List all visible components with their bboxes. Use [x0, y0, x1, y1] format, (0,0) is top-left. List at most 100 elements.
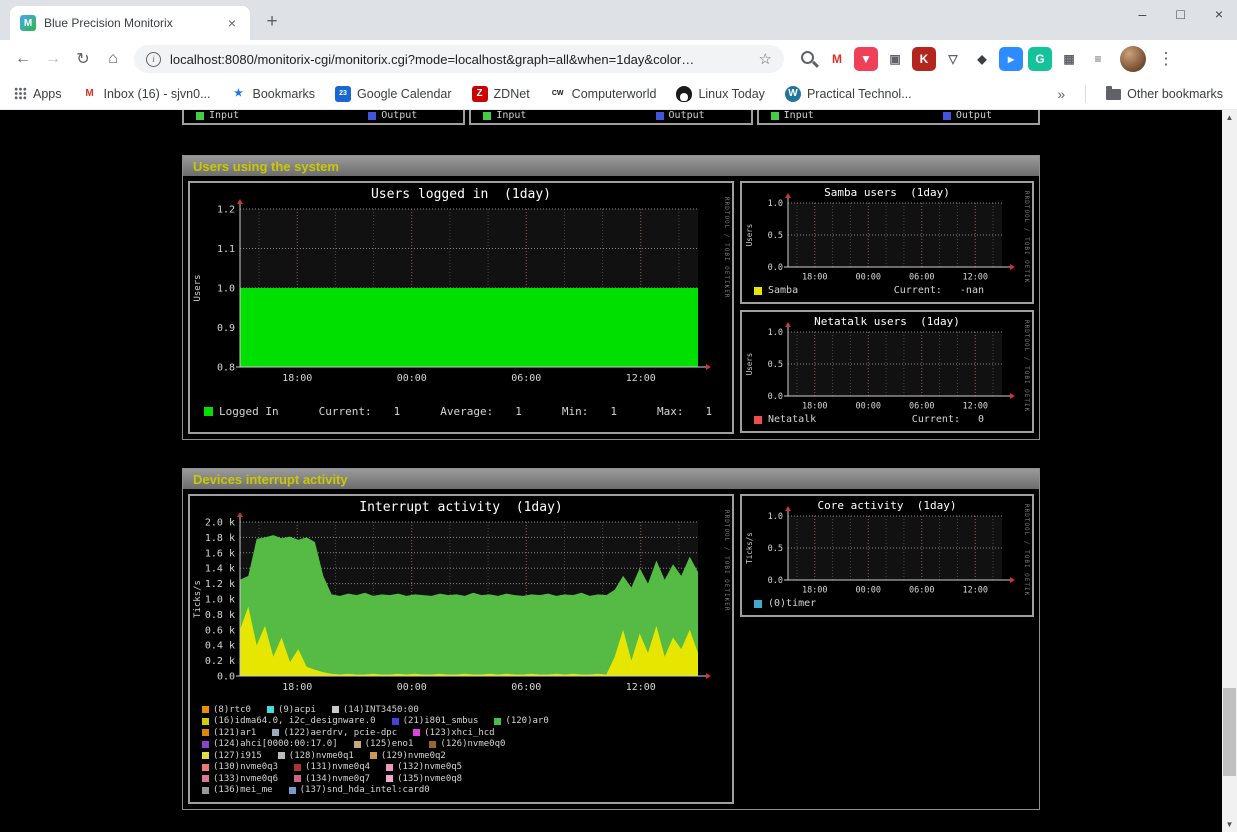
cutoff-output-label: Output: [381, 110, 417, 121]
svg-text:06:00: 06:00: [511, 682, 541, 693]
series-legend: (0)timer: [754, 598, 816, 609]
svg-text:06:00: 06:00: [909, 402, 935, 412]
legend-label: (132)nvme0q5: [397, 762, 462, 772]
section-users-title: Users using the system: [193, 159, 339, 174]
netatalk-users-graph[interactable]: 0.00.51.018:0000:0006:0012:00Netatalk us…: [742, 312, 1032, 412]
cutoff-graph-panel[interactable]: InputOutput: [182, 110, 465, 125]
bookmark-star-icon[interactable]: ☆: [759, 50, 772, 68]
gmail-icon[interactable]: M: [825, 47, 849, 71]
legend-item: (125)eno1: [354, 739, 414, 749]
window-minimize-icon[interactable]: –: [1139, 6, 1147, 22]
apps-shortcut[interactable]: Apps: [14, 87, 62, 101]
extension-icons-row: M▼▣K▽◆▸G▦≡: [796, 47, 1110, 71]
browser-tab[interactable]: M Blue Precision Monitorix ×: [10, 6, 250, 40]
bookmark-item[interactable]: CWComputerworld: [550, 86, 657, 102]
monitorix-favicon: M: [20, 15, 36, 31]
svg-text:0.0: 0.0: [768, 392, 783, 402]
svg-text:00:00: 00:00: [397, 682, 427, 693]
legend-color-box: [494, 718, 501, 725]
legend-label: (129)nvme0q2: [381, 751, 446, 761]
window-close-icon[interactable]: ×: [1215, 6, 1223, 22]
legend-color-box: [754, 600, 762, 608]
bookmark-item[interactable]: 23Google Calendar: [335, 86, 452, 102]
legend-color-box: [294, 775, 301, 782]
svg-text:Netatalk users (1day): Netatalk users (1day): [814, 315, 960, 328]
scrollbar-track[interactable]: [1222, 125, 1237, 817]
pocket-icon[interactable]: ▼: [854, 47, 878, 71]
svg-text:2.0 k: 2.0 k: [205, 518, 235, 529]
svg-text:18:00: 18:00: [802, 273, 828, 283]
svg-text:18:00: 18:00: [802, 402, 828, 412]
tab-list-icon[interactable]: ≡: [1086, 47, 1110, 71]
stat-value: 1: [515, 405, 522, 418]
copy-pages-icon[interactable]: ▣: [883, 47, 907, 71]
search-icon[interactable]: [796, 47, 820, 71]
legend-label: (9)acpi: [278, 705, 316, 715]
svg-text:Users logged in (1day): Users logged in (1day): [371, 187, 551, 202]
grammarly-icon[interactable]: G: [1028, 47, 1052, 71]
other-bookmarks[interactable]: Other bookmarks: [1106, 87, 1223, 101]
page-content: InputOutputInputOutputInputOutput Users …: [0, 110, 1237, 832]
svg-text:RRDTOOL / TOBI OETIKER: RRDTOOL / TOBI OETIKER: [1023, 320, 1030, 412]
samba-users-graph[interactable]: 0.00.51.018:0000:0006:0012:00Samba users…: [742, 183, 1032, 283]
bookmarks-bar: Apps MInbox (16) - sjvn0... ★Bookmarks 23G…: [0, 78, 1237, 110]
scroll-down-icon[interactable]: ▼: [1222, 817, 1237, 832]
window-maximize-icon[interactable]: □: [1176, 6, 1184, 22]
browser-menu-icon[interactable]: ⋮: [1156, 49, 1176, 69]
tab-close-icon[interactable]: ×: [224, 15, 240, 31]
users-logged-in-graph[interactable]: 0.80.91.01.11.218:0000:0006:0012:00Users…: [190, 183, 732, 389]
series-legend: Samba: [754, 285, 798, 296]
legend-item: (14)INT3450:00: [332, 705, 419, 715]
svg-text:Core activity (1day): Core activity (1day): [817, 499, 956, 512]
forward-icon[interactable]: →: [38, 44, 68, 74]
legend-item: (135)nvme0q8: [386, 774, 462, 784]
new-tab-button[interactable]: +: [258, 8, 286, 36]
bookmark-item[interactable]: MInbox (16) - sjvn0...: [82, 86, 211, 102]
bookmark-item[interactable]: ★Bookmarks: [231, 86, 316, 102]
bookmark-item[interactable]: Linux Today: [676, 86, 765, 102]
legend-label: (8)rtc0: [213, 705, 251, 715]
stat-value: 1: [610, 405, 617, 418]
shield-icon[interactable]: ◆: [970, 47, 994, 71]
url-text[interactable]: localhost:8080/monitorix-cgi/monitorix.c…: [170, 52, 750, 67]
svg-text:12:00: 12:00: [626, 682, 656, 693]
vertical-scrollbar[interactable]: ▲ ▼: [1222, 110, 1237, 832]
home-icon[interactable]: ⌂: [98, 44, 128, 74]
interrupt-activity-graph[interactable]: 0.00.2 k0.4 k0.6 k0.8 k1.0 k1.2 k1.4 k1.…: [190, 496, 732, 696]
cutoff-graph-panel[interactable]: InputOutput: [469, 110, 752, 125]
scroll-up-icon[interactable]: ▲: [1222, 110, 1237, 125]
legend-color-box: [294, 764, 301, 771]
cutoff-graph-panel[interactable]: InputOutput: [757, 110, 1040, 125]
crimson-k-icon[interactable]: K: [912, 47, 936, 71]
address-bar[interactable]: i localhost:8080/monitorix-cgi/monitorix…: [134, 45, 784, 73]
svg-text:0.0: 0.0: [768, 576, 783, 586]
bookmarks-overflow-chevron[interactable]: »: [1057, 86, 1065, 102]
profile-avatar[interactable]: [1120, 46, 1146, 72]
netatalk-users-legend: NetatalkCurrent:0: [742, 412, 1032, 431]
svg-text:1.0: 1.0: [768, 199, 783, 209]
bookmarks-separator: [1085, 85, 1086, 103]
svg-text:0.4 k: 0.4 k: [205, 641, 235, 652]
svg-text:0.6 k: 0.6 k: [205, 625, 235, 636]
legend-row: (136)mei_me(137)snd_hda_intel:card0: [202, 785, 732, 797]
svg-text:0.9: 0.9: [217, 323, 235, 334]
extensions-puzzle-icon[interactable]: ▦: [1057, 47, 1081, 71]
legend-item: (129)nvme0q2: [370, 751, 446, 761]
apps-label: Apps: [33, 87, 62, 101]
back-icon[interactable]: ←: [8, 44, 38, 74]
legend-color-box: [202, 706, 209, 713]
scrollbar-thumb[interactable]: [1223, 688, 1236, 776]
reload-icon[interactable]: ↻: [68, 44, 98, 74]
bookmark-label: ZDNet: [494, 87, 530, 101]
legend-item: (137)snd_hda_intel:card0: [289, 785, 430, 795]
bookmark-item[interactable]: ZZDNet: [472, 86, 530, 102]
svg-text:RRDTOOL / TOBI OETIKER: RRDTOOL / TOBI OETIKER: [723, 510, 730, 611]
page-info-icon[interactable]: i: [146, 52, 161, 67]
legend-color-box: [354, 741, 361, 748]
legend-color-box: [754, 416, 762, 424]
zoom-icon[interactable]: ▸: [999, 47, 1023, 71]
bookmark-item[interactable]: WPractical Technol...: [785, 86, 912, 102]
core-activity-graph[interactable]: 0.00.51.018:0000:0006:0012:00Core activi…: [742, 496, 1032, 596]
flask-icon[interactable]: ▽: [941, 47, 965, 71]
cutoff-input-legend: Input: [771, 110, 814, 121]
